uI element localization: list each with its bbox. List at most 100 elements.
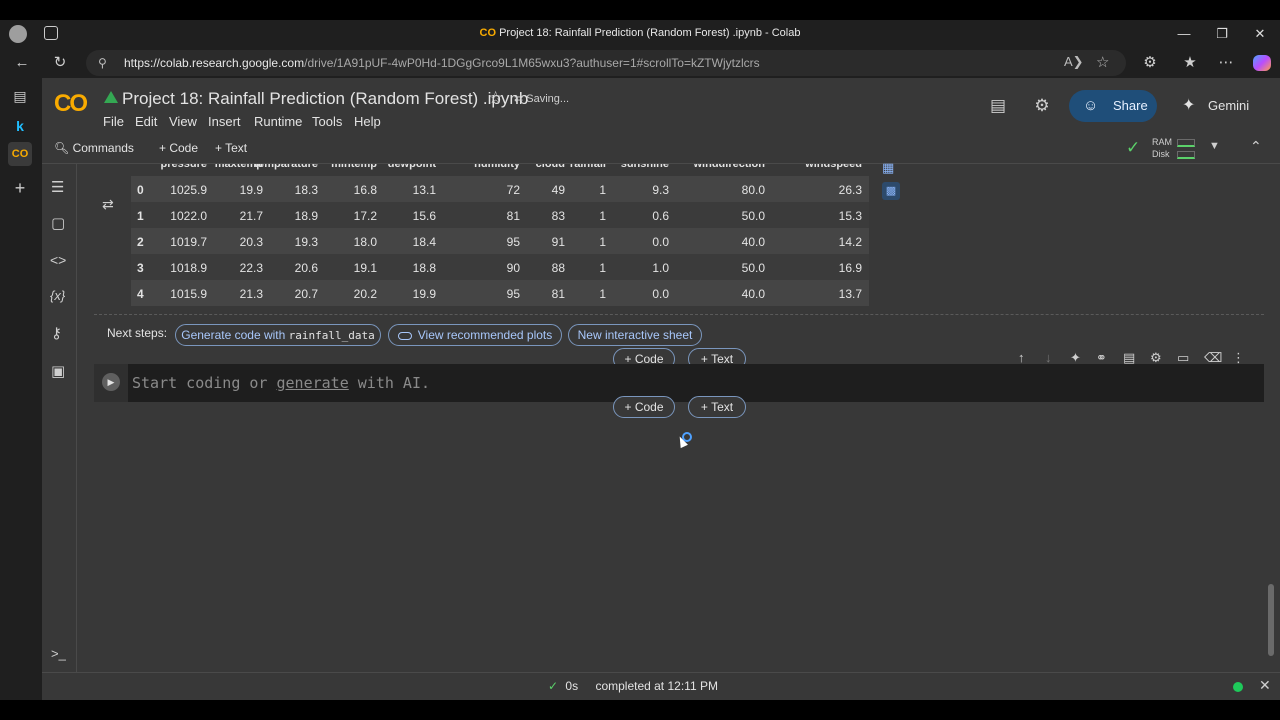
star-notebook-icon[interactable]: ☆ xyxy=(488,88,503,108)
toolbar-add-code-button[interactable]: + Code xyxy=(159,141,198,155)
column-header[interactable]: winddirection xyxy=(694,164,766,170)
notebook-title[interactable]: Project 18: Rainfall Prediction (Random … xyxy=(122,89,528,109)
minimize-icon[interactable]: — xyxy=(1170,24,1198,44)
table-cell: 18.9 xyxy=(294,209,318,223)
view-recommended-plots-button[interactable]: View recommended plots xyxy=(388,324,562,346)
column-header[interactable]: sunshine xyxy=(621,164,669,170)
execution-status[interactable]: ✓ 0s completed at 12:11 PM xyxy=(548,679,718,693)
colab-logo[interactable]: CO xyxy=(54,90,88,118)
gemini-sparkle-icon: ✦ xyxy=(1182,97,1196,114)
table-cell: 0.0 xyxy=(652,287,669,301)
new-tab-icon[interactable]: + xyxy=(8,176,32,200)
browser-address-row: ← ↻ ⚲ https://colab.research.google.com/… xyxy=(0,48,1280,78)
add-code-cell-below-button[interactable]: + Code xyxy=(613,396,675,418)
empty-code-cell[interactable]: ▶ Start coding or generate with AI. xyxy=(94,364,1264,402)
table-of-contents-icon[interactable]: ☰ xyxy=(51,178,64,196)
table-header-clip: pressure maxtemp temparature mintemp dewpoin… xyxy=(131,164,871,174)
menu-edit[interactable]: Edit xyxy=(135,114,157,129)
table-cell: 1.0 xyxy=(652,261,669,275)
table-chart-suggest-icon[interactable]: ▦ xyxy=(882,160,894,176)
kaggle-tab-icon[interactable]: k xyxy=(8,114,32,138)
column-header[interactable]: windspeed xyxy=(805,164,862,170)
placeholder-start: Start coding or xyxy=(132,374,277,392)
disk-label: Disk xyxy=(1152,149,1170,159)
column-header[interactable]: cloud xyxy=(536,164,565,170)
table-cell: 1019.7 xyxy=(170,235,207,249)
move-up-icon[interactable]: ↑ xyxy=(1018,350,1025,365)
table-cell: 16.9 xyxy=(838,261,862,275)
restore-icon[interactable]: ❐ xyxy=(1208,24,1236,44)
close-status-icon[interactable]: ✕ xyxy=(1259,677,1271,694)
table-cell: 18.3 xyxy=(294,183,318,197)
menu-help[interactable]: Help xyxy=(354,114,381,129)
colab-tab-active-icon[interactable]: CO xyxy=(8,142,32,166)
table-row: 1 1022.0 21.7 18.9 17.2 15.6 81 83 1 0.6 50.0 15.3 xyxy=(131,202,869,228)
add-text-label: Text xyxy=(711,400,734,414)
settings-gear-icon[interactable]: ⚙ xyxy=(1028,92,1056,120)
execution-duration: 0s xyxy=(565,679,579,693)
column-header[interactable]: temparature xyxy=(254,164,318,170)
ram-label: RAM xyxy=(1152,137,1172,147)
toolbar-add-text-button[interactable]: + Text xyxy=(215,141,247,155)
secrets-key-icon[interactable]: ⚷ xyxy=(51,324,62,342)
add-text-cell-below-button[interactable]: + Text xyxy=(688,396,746,418)
saving-status: ⇄ Saving... xyxy=(514,92,569,105)
site-info-icon[interactable]: ⚲ xyxy=(98,56,110,70)
code-snippets-icon[interactable]: <> xyxy=(50,252,66,268)
move-down-icon[interactable]: ↓ xyxy=(1045,350,1052,365)
menu-view[interactable]: View xyxy=(169,114,197,129)
files-folder-icon[interactable]: ▣ xyxy=(51,362,65,380)
variables-icon[interactable]: {x} xyxy=(50,288,65,303)
column-header[interactable]: dewpoint xyxy=(388,164,436,170)
run-cell-icon[interactable]: ▶ xyxy=(102,373,120,391)
scrollbar-thumb[interactable] xyxy=(1268,584,1274,656)
collapse-header-icon[interactable]: ⌃ xyxy=(1250,138,1262,155)
gemini-button[interactable]: ✦ Gemini xyxy=(1172,90,1260,122)
share-button[interactable]: ☺ Share xyxy=(1069,90,1157,122)
runtime-dropdown-icon[interactable]: ▼ xyxy=(1209,140,1220,152)
table-row: 0 1025.9 19.9 18.3 16.8 13.1 72 49 1 9.3 80.0 26.3 xyxy=(131,176,869,202)
resource-indicator[interactable]: RAM Disk xyxy=(1150,136,1210,162)
colab-app: CO Project 18: Rainfall Prediction (Rand… xyxy=(42,78,1280,700)
generate-code-button[interactable]: Generate code with rainfall_data xyxy=(175,324,381,346)
column-header[interactable]: rainfall xyxy=(570,164,606,170)
copilot-icon[interactable] xyxy=(1253,55,1271,71)
generate-link[interactable]: generate xyxy=(277,374,349,392)
find-replace-icon[interactable]: ▢ xyxy=(51,214,65,232)
output-toggle-icon[interactable]: ⇄ xyxy=(102,196,114,213)
table-cell: 26.3 xyxy=(838,183,862,197)
commands-button[interactable]: 🔍︎ Commands xyxy=(54,141,134,155)
column-header[interactable]: pressure xyxy=(161,164,207,170)
menu-file[interactable]: File xyxy=(103,114,124,129)
table-cell: 72 xyxy=(506,183,520,197)
colab-sidebar: ☰ ▢ <> {x} ⚷ ▣ >_ xyxy=(42,164,77,676)
table-cell: 40.0 xyxy=(741,287,765,301)
close-window-icon[interactable]: ✕ xyxy=(1246,24,1274,44)
new-interactive-sheet-button[interactable]: New interactive sheet xyxy=(568,324,702,346)
comments-icon[interactable]: ▤ xyxy=(984,92,1012,120)
column-header[interactable]: mintemp xyxy=(331,164,377,170)
status-check-icon: ✓ xyxy=(548,679,559,693)
favorite-star-icon[interactable]: ☆ xyxy=(1096,53,1109,71)
reload-icon[interactable]: ↻ xyxy=(48,51,72,75)
read-aloud-icon[interactable]: A❯ xyxy=(1064,54,1084,70)
add-code-label: Code xyxy=(634,400,664,414)
table-cell: 1 xyxy=(599,235,606,249)
extensions-icon[interactable]: ⚙ xyxy=(1138,51,1162,75)
menu-runtime[interactable]: Runtime xyxy=(254,114,302,129)
address-bar[interactable]: ⚲ https://colab.research.google.com/driv… xyxy=(86,50,1126,76)
ram-bar xyxy=(1177,139,1195,147)
table-cell: 15.3 xyxy=(838,209,862,223)
menu-tools[interactable]: Tools xyxy=(312,114,342,129)
url-host: https://colab.research.google.com xyxy=(124,56,305,70)
table-interactive-chart-icon[interactable]: ▩ xyxy=(882,182,900,200)
menu-insert[interactable]: Insert xyxy=(208,114,241,129)
browser-menu-icon[interactable]: ⋯ xyxy=(1214,51,1238,75)
back-icon[interactable]: ← xyxy=(10,51,34,75)
favorites-icon[interactable]: ★ xyxy=(1178,51,1202,75)
terminal-icon[interactable]: >_ xyxy=(51,646,66,661)
tab-strip-icon[interactable]: ▤ xyxy=(8,84,32,108)
table-cell: 21.7 xyxy=(239,209,263,223)
column-header[interactable]: humidity xyxy=(474,164,520,170)
url-text[interactable]: https://colab.research.google.com/drive/… xyxy=(124,56,760,70)
